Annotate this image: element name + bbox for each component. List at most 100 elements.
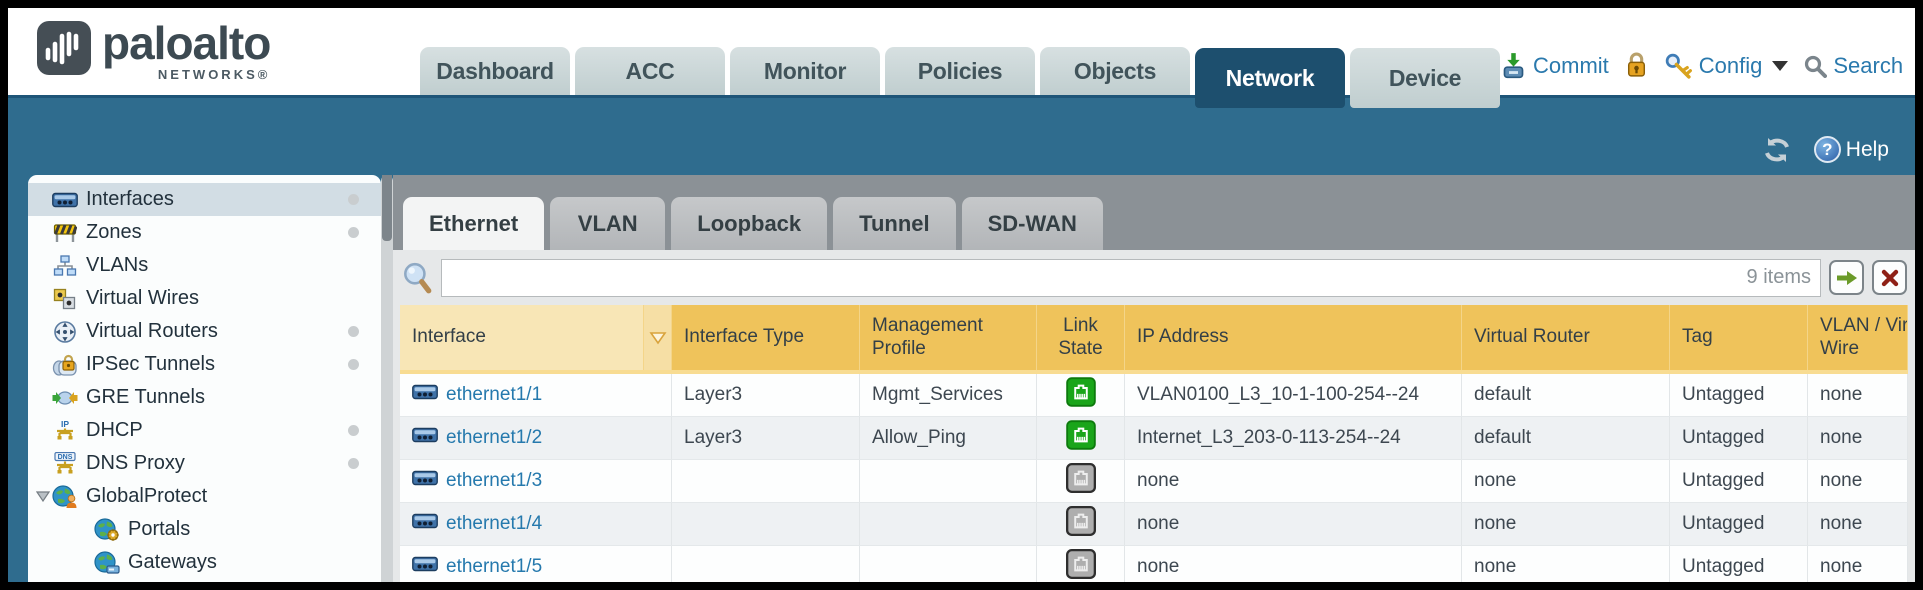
sidebar-item-label: Virtual Wires: [86, 287, 199, 310]
interface-name-link[interactable]: ethernet1/5: [446, 556, 542, 578]
interface-name-link[interactable]: ethernet1/3: [446, 470, 542, 492]
status-dot: [348, 194, 359, 205]
sidebar-item-label: Interfaces: [86, 188, 174, 211]
sidebar-item-label: Gateways: [128, 551, 217, 574]
column-header-tag[interactable]: Tag: [1670, 305, 1808, 370]
interface-name-cell[interactable]: ethernet1/2: [400, 417, 672, 459]
sidebar-item-dhcp[interactable]: IPDHCP: [28, 414, 381, 447]
management-profile-cell: [860, 546, 1037, 582]
column-header-ip[interactable]: IP Address: [1125, 305, 1462, 370]
sidebar-item-label: DHCP: [86, 419, 143, 442]
sidebar-scrollbar[interactable]: [381, 175, 393, 582]
main-panel: Ethernet VLAN Loopback Tunnel SD-WAN 9 items: [393, 175, 1915, 582]
sidebar-item-gre-tunnels[interactable]: GRE Tunnels: [28, 381, 381, 414]
clear-filter-button[interactable]: [1872, 260, 1907, 295]
commit-label: Commit: [1533, 53, 1609, 79]
tab-label: VLAN: [578, 211, 638, 237]
filter-input-wrap: 9 items: [441, 259, 1821, 297]
top-tab-monitor[interactable]: Monitor: [730, 47, 880, 95]
apply-filter-button[interactable]: [1829, 260, 1864, 295]
virtual-router-cell: default: [1462, 374, 1670, 416]
virtual-routers-icon: [52, 320, 78, 344]
lock-icon[interactable]: [1624, 52, 1649, 79]
interface-name-link[interactable]: ethernet1/2: [446, 427, 542, 449]
refresh-icon[interactable]: [1762, 137, 1792, 163]
column-header-label: Tag: [1682, 326, 1713, 349]
sort-down-icon: [649, 331, 667, 345]
virtual-wires-icon: [52, 287, 78, 311]
top-tab-label: Network: [1226, 65, 1315, 92]
config-label: Config: [1699, 53, 1763, 79]
link-state-cell: [1037, 546, 1125, 582]
top-tab-acc[interactable]: ACC: [575, 47, 725, 95]
help-button[interactable]: ? Help: [1814, 136, 1889, 163]
column-header-type[interactable]: Interface Type: [672, 305, 860, 370]
column-header-interface[interactable]: Interface: [400, 305, 644, 370]
top-header-bar: paloalto NETWORKS® DashboardACCMonitorPo…: [8, 8, 1915, 95]
sidebar-item-virtual-wires[interactable]: Virtual Wires: [28, 282, 381, 315]
sidebar-item-ipsec-tunnels[interactable]: IPSec Tunnels: [28, 348, 381, 381]
link-state-up-icon: [1066, 420, 1096, 456]
sidebar-item-portals[interactable]: Portals: [28, 513, 381, 546]
tag-cell: Untagged: [1670, 546, 1808, 582]
top-tab-label: Policies: [918, 58, 1003, 85]
table-row-ethernet1-3: ethernet1/3nonenoneUntaggednone: [400, 460, 1908, 503]
column-header-profile[interactable]: Management Profile: [860, 305, 1037, 370]
interface-name-link[interactable]: ethernet1/1: [446, 384, 542, 406]
status-dot: [348, 425, 359, 436]
sidebar-item-vlans[interactable]: VLANs: [28, 249, 381, 282]
interfaces-icon: [412, 426, 438, 450]
search-button[interactable]: Search: [1803, 53, 1903, 79]
interface-name-cell[interactable]: ethernet1/5: [400, 546, 672, 582]
sidebar-item-globalprotect[interactable]: GlobalProtect: [28, 480, 381, 513]
header-actions: Commit Config: [1500, 52, 1903, 95]
paloalto-logo-icon: [36, 20, 92, 76]
top-tab-objects[interactable]: Objects: [1040, 47, 1190, 95]
config-dropdown[interactable]: Config: [1664, 52, 1789, 79]
sort-dropdown-cell[interactable]: [644, 305, 672, 370]
sidebar-item-label: Virtual Routers: [86, 320, 218, 343]
interface-name-cell[interactable]: ethernet1/4: [400, 503, 672, 545]
ip-address-cell: none: [1125, 546, 1462, 582]
tab-ethernet[interactable]: Ethernet: [403, 197, 544, 250]
interface-name-cell[interactable]: ethernet1/3: [400, 460, 672, 502]
link-state-down-icon: [1066, 549, 1096, 582]
sidebar-item-virtual-routers[interactable]: Virtual Routers: [28, 315, 381, 348]
column-header-link[interactable]: Link State: [1037, 305, 1125, 370]
top-tab-dashboard[interactable]: Dashboard: [420, 47, 570, 95]
column-header-vlan[interactable]: VLAN / VirtualWire: [1808, 305, 1908, 370]
sidebar-item-gateways[interactable]: Gateways: [28, 546, 381, 579]
sidebar-item-interfaces[interactable]: Interfaces: [28, 183, 381, 216]
top-tab-network[interactable]: Network: [1195, 48, 1345, 108]
tab-label: Ethernet: [429, 211, 518, 237]
tab-vlan[interactable]: VLAN: [550, 197, 665, 250]
network-sidebar: Interfaces ZonesVLANs Virtual Wires Virtual…: [28, 175, 381, 582]
tab-tunnel[interactable]: Tunnel: [833, 197, 955, 250]
panos-app-window: paloalto NETWORKS® DashboardACCMonitorPo…: [8, 8, 1915, 582]
sidebar-item-zones[interactable]: Zones: [28, 216, 381, 249]
management-profile-cell: Allow_Ping: [860, 417, 1037, 459]
sub-header-bar: ? Help: [8, 95, 1915, 175]
top-tab-label: Dashboard: [436, 58, 553, 85]
sidebar-wrap: Interfaces ZonesVLANs Virtual Wires Virtual…: [8, 175, 393, 582]
interfaces-icon: [412, 383, 438, 407]
column-header-vr[interactable]: Virtual Router: [1462, 305, 1670, 370]
ip-address-cell: none: [1125, 503, 1462, 545]
tab-loopback[interactable]: Loopback: [671, 197, 827, 250]
sidebar-item-dns-proxy[interactable]: DNSDNS Proxy: [28, 447, 381, 480]
interface-name-link[interactable]: ethernet1/4: [446, 513, 542, 535]
interface-name-cell[interactable]: ethernet1/1: [400, 374, 672, 416]
table-header-row: Interface Interface Type Management Profil…: [400, 305, 1908, 374]
expand-triangle-icon[interactable]: [36, 491, 52, 502]
column-header-label: Interface Type: [684, 326, 804, 349]
top-tab-policies[interactable]: Policies: [885, 47, 1035, 95]
tab-sd-wan[interactable]: SD-WAN: [962, 197, 1103, 250]
search-label: Search: [1833, 53, 1903, 79]
commit-button[interactable]: Commit: [1500, 52, 1609, 79]
top-tab-label: Device: [1389, 65, 1461, 92]
filter-input[interactable]: [441, 259, 1821, 297]
tab-label: Tunnel: [859, 211, 929, 237]
search-icon: [1803, 54, 1827, 78]
scrollbar-thumb[interactable]: [382, 175, 392, 241]
top-tab-device[interactable]: Device: [1350, 48, 1500, 108]
